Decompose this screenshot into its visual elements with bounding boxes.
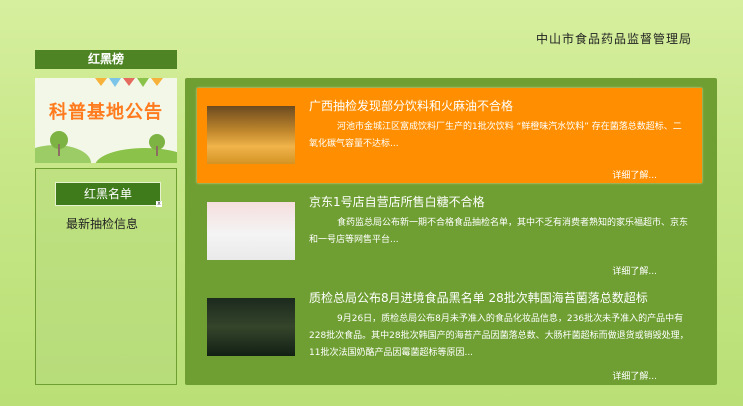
banner-text: 科普基地公告 (49, 102, 163, 123)
news-description: 9月26日，质检总局公布8月未予准入的食品化妆品信息，236批次未予准入的产品中… (309, 314, 689, 358)
read-more-link[interactable]: 详细了解... (612, 168, 657, 181)
read-more-link[interactable]: 详细了解... (612, 369, 657, 382)
news-description: 河池市金城江区富成饮料厂生产的1批次饮料 “鲜橙味汽水饮料” 存在菌落总数超标、… (309, 122, 682, 149)
news-title[interactable]: 京东1号店自营店所售白糖不合格 (309, 193, 485, 210)
science-banner[interactable]: 科普基地公告 (35, 78, 177, 163)
organization-name: 中山市食品药品监督管理局 (536, 32, 693, 46)
news-thumbnail-image (207, 106, 295, 164)
corner-icon: x (156, 200, 162, 207)
red-black-list-button[interactable]: 红黑名单 x (55, 182, 162, 207)
news-item[interactable]: 质检总局公布8月进境食品黑名单 28批次韩国海苔菌落总数超标 9月26日，质检总… (197, 280, 702, 384)
news-item[interactable]: 京东1号店自营店所售白糖不合格 食药监总局公布新一期不合格食品抽检名单，其中不乏… (197, 184, 702, 279)
sidebar-title: 红黑榜 (35, 50, 177, 69)
news-panel: 广西抽检发现部分饮料和火麻油不合格 河池市金城江区富成饮料厂生产的1批次饮料 “… (185, 78, 717, 385)
news-title[interactable]: 质检总局公布8月进境食品黑名单 28批次韩国海苔菌落总数超标 (309, 289, 648, 306)
sidebar-panel: 红黑名单 x 最新抽检信息 (35, 168, 177, 385)
news-title[interactable]: 广西抽检发现部分饮料和火麻油不合格 (309, 97, 513, 114)
latest-inspection-link[interactable]: 最新抽检信息 (66, 215, 138, 232)
news-thumbnail-image (207, 202, 295, 260)
read-more-link[interactable]: 详细了解... (612, 264, 657, 277)
news-description: 食药监总局公布新一期不合格食品抽检名单，其中不乏有消费者熟知的家乐福超市、京东和… (309, 218, 689, 245)
news-thumbnail-image (207, 298, 295, 356)
red-black-list-label: 红黑名单 (83, 187, 132, 201)
news-item[interactable]: 广西抽检发现部分饮料和火麻油不合格 河池市金城江区富成饮料厂生产的1批次饮料 “… (197, 88, 702, 183)
